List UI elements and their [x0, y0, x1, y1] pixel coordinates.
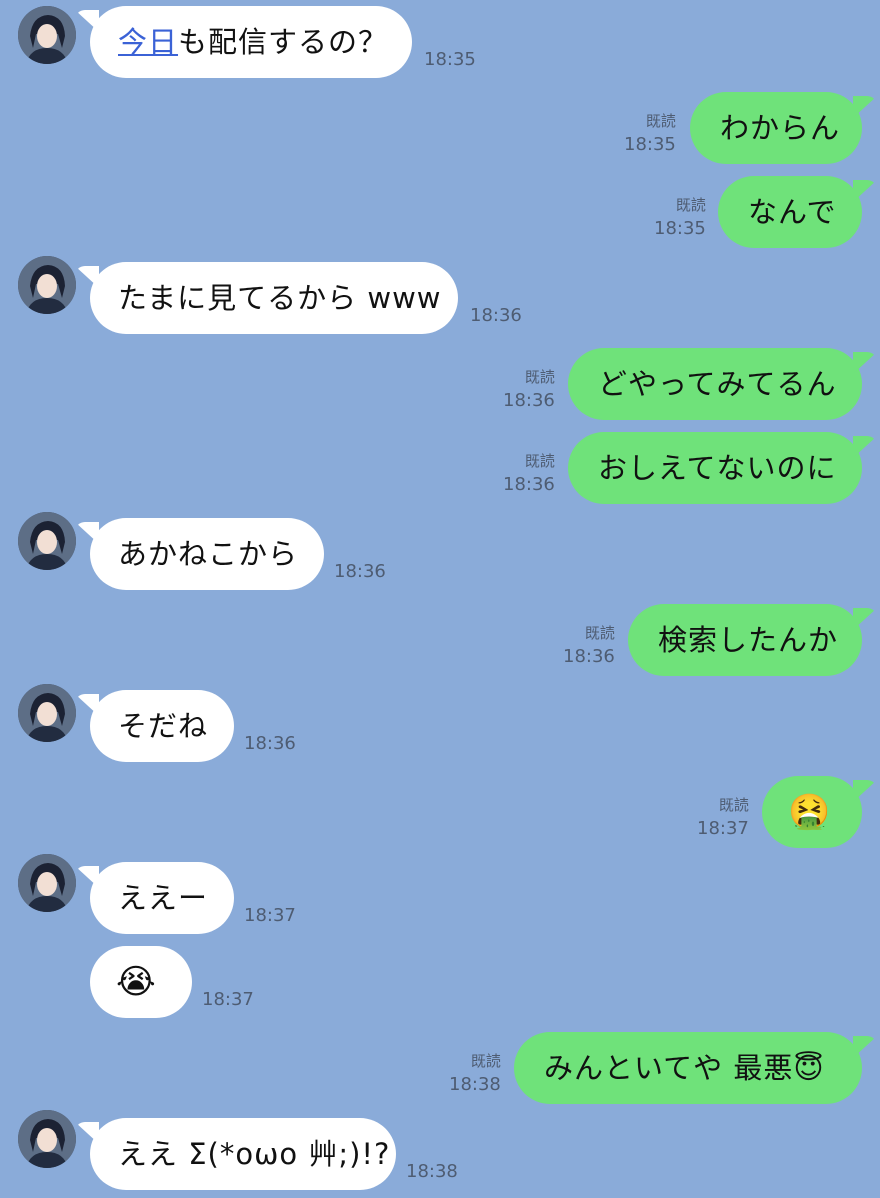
message-meta: 18:36	[334, 560, 386, 583]
message-time: 18:35	[424, 49, 476, 70]
message-bubble[interactable]: どやってみてるん	[568, 348, 877, 420]
message-time: 18:36	[470, 305, 522, 326]
chat-area: 今日も配信するの？ 18:35 わからん 既読 18:35 なんで 既読 18:…	[0, 0, 880, 1198]
bubble-tail	[75, 694, 99, 716]
message-meta: 既読 18:37	[697, 794, 749, 840]
message-time: 18:36	[503, 390, 555, 411]
avatar[interactable]	[18, 512, 76, 570]
message-time: 18:36	[563, 646, 615, 667]
read-receipt: 既読	[645, 112, 676, 130]
read-receipt: 既読	[524, 452, 555, 470]
nauseated-face-icon: 🤮	[788, 792, 832, 832]
bubble-tail	[853, 352, 877, 374]
bubble-tail	[75, 266, 99, 288]
message-text: おしえてないのに	[598, 451, 837, 485]
message-bubble[interactable]: おしえてないのに	[568, 432, 877, 504]
bubble-tail	[853, 608, 877, 630]
message-bubble[interactable]: あかねこから	[75, 518, 324, 590]
bubble-tail	[853, 780, 877, 802]
message-meta: 18:37	[202, 988, 254, 1011]
message-text: ええ Σ(*oωo 艸;)!?	[118, 1137, 391, 1171]
message-text: どやってみてるん	[598, 367, 837, 401]
message-time: 18:37	[202, 989, 254, 1010]
read-receipt: 既読	[584, 624, 615, 642]
read-receipt: 既読	[470, 1052, 501, 1070]
message-time: 18:36	[503, 474, 555, 495]
read-receipt: 既読	[524, 368, 555, 386]
read-receipt: 既読	[675, 196, 706, 214]
message-bubble[interactable]: なんで	[718, 176, 877, 248]
avatar[interactable]	[18, 854, 76, 912]
message-text: なんで	[748, 195, 837, 229]
avatar[interactable]	[18, 256, 76, 314]
message-meta: 既読 18:36	[503, 366, 555, 412]
message-time: 18:37	[244, 905, 296, 926]
message-text: たまに見てるから www	[118, 281, 442, 315]
message-time: 18:37	[697, 818, 749, 839]
loudly-crying-face-icon: 😭	[116, 962, 157, 1002]
message-text: 検索したんか	[658, 623, 839, 657]
message-text: あかねこから	[118, 537, 299, 571]
message-meta: 既読 18:38	[449, 1050, 501, 1096]
message-bubble[interactable]: そだね	[75, 690, 234, 762]
bubble-tail	[75, 522, 99, 544]
message-meta: 18:37	[244, 904, 296, 927]
message-bubble[interactable]: ええー	[75, 862, 234, 934]
message-time: 18:36	[334, 561, 386, 582]
message-time: 18:35	[624, 134, 676, 155]
message-bubble[interactable]: みんといてや 最悪😇	[514, 1032, 877, 1104]
message-bubble[interactable]: 😭	[90, 946, 192, 1018]
bubble-tail	[853, 1036, 877, 1058]
avatar[interactable]	[18, 6, 76, 64]
bubble-tail	[75, 1122, 99, 1144]
message-text: わからん	[720, 111, 841, 145]
bubble-tail	[853, 436, 877, 458]
message-text: ええー	[118, 881, 209, 915]
avatar[interactable]	[18, 1110, 76, 1168]
message-meta: 既読 18:35	[624, 110, 676, 156]
bubble-tail	[853, 96, 877, 118]
message-time: 18:38	[406, 1161, 458, 1182]
bubble-tail	[75, 866, 99, 888]
message-meta: 既読 18:35	[654, 194, 706, 240]
message-text: みんといてや 最悪😇	[544, 1051, 825, 1085]
message-meta: 18:38	[406, 1160, 458, 1183]
message-bubble[interactable]: 🤮	[762, 776, 877, 848]
message-bubble[interactable]: 検索したんか	[628, 604, 877, 676]
avatar[interactable]	[18, 684, 76, 742]
bubble-tail	[75, 10, 99, 32]
bubble-tail	[853, 180, 877, 202]
message-meta: 18:36	[244, 732, 296, 755]
message-text: も配信するの？	[178, 25, 389, 59]
message-text: そだね	[118, 709, 209, 743]
message-time: 18:38	[449, 1074, 501, 1095]
message-meta: 18:35	[424, 48, 476, 71]
message-time: 18:35	[654, 218, 706, 239]
message-link[interactable]: 今日	[118, 25, 178, 59]
message-meta: 既読 18:36	[503, 450, 555, 496]
message-meta: 既読 18:36	[563, 622, 615, 668]
read-receipt: 既読	[718, 796, 749, 814]
message-bubble[interactable]: わからん	[690, 92, 877, 164]
message-time: 18:36	[244, 733, 296, 754]
message-bubble[interactable]: 今日も配信するの？	[75, 6, 412, 78]
message-bubble[interactable]: たまに見てるから www	[75, 262, 458, 334]
message-bubble[interactable]: ええ Σ(*oωo 艸;)!?	[75, 1118, 396, 1190]
message-meta: 18:36	[470, 304, 522, 327]
